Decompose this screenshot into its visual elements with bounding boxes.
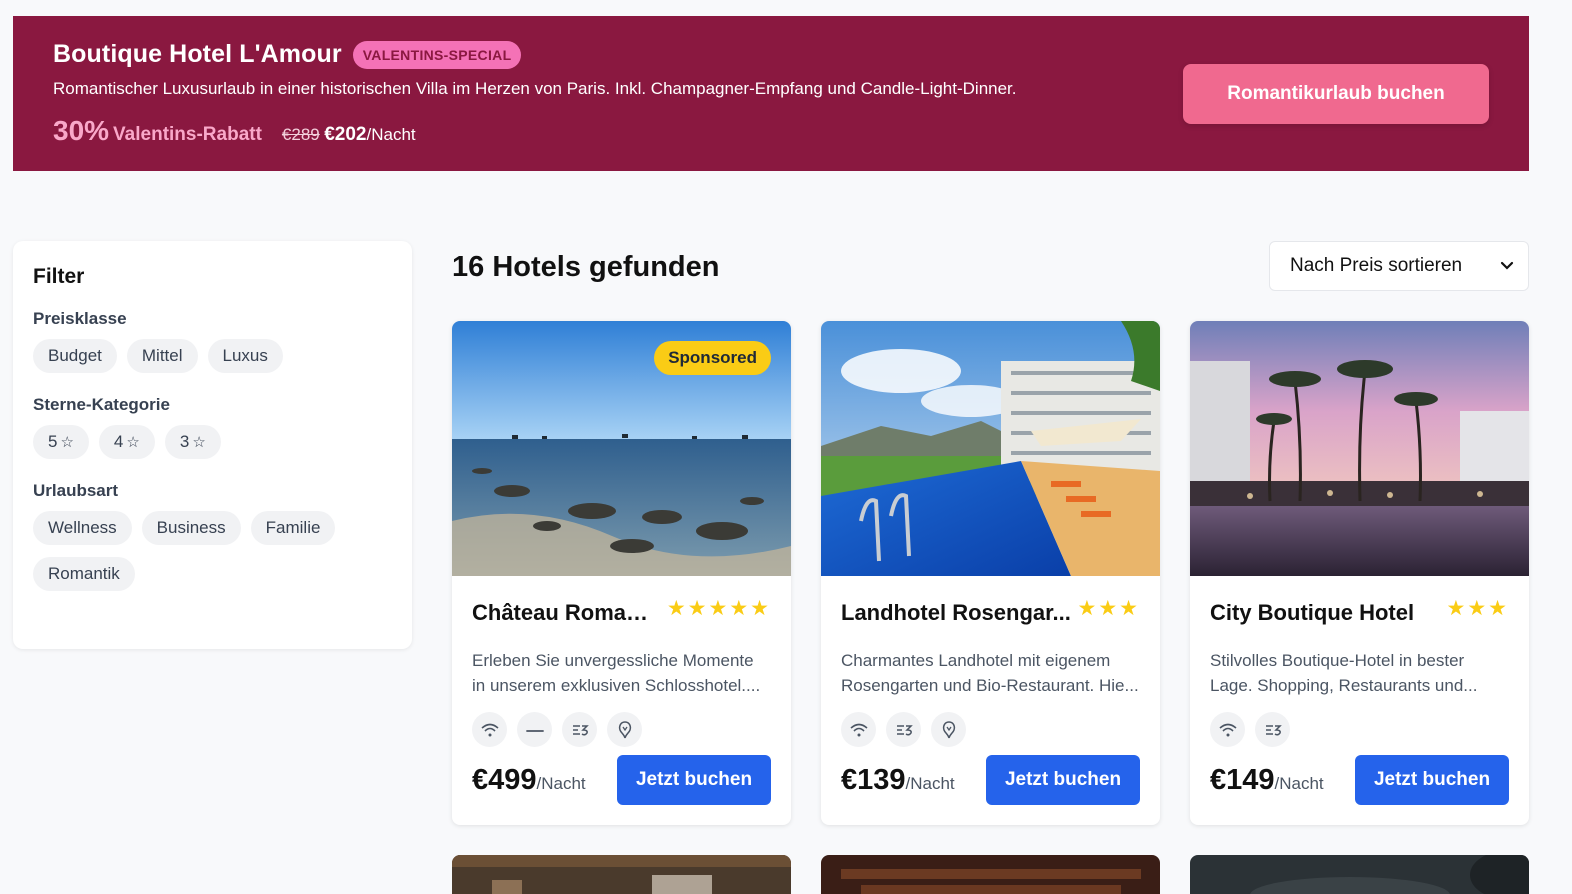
bathtub-icon [517, 712, 552, 747]
price-value: €139 [841, 763, 906, 796]
filter-chip-mittel[interactable]: Mittel [126, 339, 198, 373]
filter-panel: Filter Preisklasse Budget Mittel Luxus S… [13, 241, 412, 649]
sort-selected-value: Nach Preis sortieren [1290, 255, 1463, 276]
chip-label: 3 [179, 432, 190, 451]
book-now-button[interactable]: Jetzt buchen [986, 755, 1140, 805]
book-now-button[interactable]: Jetzt buchen [617, 755, 771, 805]
promo-discount: 30% Valentins-Rabatt [53, 115, 262, 147]
filter-group-travel-type: Urlaubsart Wellness Business Familie Rom… [33, 481, 392, 591]
chip-label: 5 [48, 432, 58, 451]
hotel-card-peek[interactable] [821, 855, 1160, 894]
hotel-name[interactable]: Landhotel Rosengar... [841, 600, 1071, 626]
promo-title: Boutique Hotel L'Amour [53, 40, 342, 68]
filter-chip-4-stars[interactable]: 4 ☆ [98, 425, 155, 459]
wifi-icon [841, 712, 876, 747]
romantic-booking-button[interactable]: Romantikurlaub buchen [1183, 64, 1489, 124]
hotel-card[interactable]: City Boutique Hotel ★★★ Stilvolles Bouti… [1190, 321, 1529, 825]
promo-discount-percent: 30% [53, 115, 110, 146]
hotel-card[interactable]: Sponsored Château Roman... ★★★★★ Erleben… [452, 321, 791, 825]
promo-prices: €289 €202/Nacht [282, 124, 416, 146]
amenity-list [841, 712, 1140, 747]
filter-chip-familie[interactable]: Familie [250, 511, 336, 545]
book-now-button[interactable]: Jetzt buchen [1355, 755, 1509, 805]
promo-price-unit: /Nacht [366, 125, 416, 144]
filter-chip-3-stars[interactable]: 3 ☆ [164, 425, 221, 459]
hotel-card-body: City Boutique Hotel ★★★ Stilvolles Bouti… [1190, 576, 1529, 805]
promo-discount-label: Valentins-Rabatt [113, 124, 262, 145]
spa-icon [931, 712, 966, 747]
price-unit: /Nacht [536, 773, 586, 793]
sort-dropdown[interactable]: Nach Preis sortieren [1269, 241, 1529, 291]
promo-new-price: €202 [324, 124, 367, 145]
hotel-name[interactable]: Château Roman... [472, 600, 654, 626]
hotel-description: Stilvolles Boutique-Hotel in bester Lage… [1210, 651, 1478, 695]
filter-chip-romantik[interactable]: Romantik [33, 557, 135, 591]
promo-description: Romantischer Luxusurlaub in einer histor… [53, 79, 1017, 98]
filter-group-stars: Sterne-Kategorie 5 ☆ 4 ☆ 3 ☆ [33, 395, 392, 459]
hotel-card-peek[interactable] [1190, 855, 1529, 894]
chip-label: 4 [113, 432, 124, 451]
price-value: €149 [1210, 763, 1275, 796]
price-unit: /Nacht [905, 773, 955, 793]
star-outline-icon: ☆ [192, 434, 206, 451]
hotel-image[interactable]: Sponsored [452, 321, 791, 576]
hotel-price: €139/Nacht [841, 764, 955, 797]
restaurant-icon [1255, 712, 1290, 747]
hotel-price: €149/Nacht [1210, 764, 1324, 797]
star-outline-icon: ☆ [126, 434, 140, 451]
hotel-card[interactable]: Landhotel Rosengar... ★★★ Charmantes Lan… [821, 321, 1160, 825]
amenity-list [472, 712, 771, 747]
filter-chip-budget[interactable]: Budget [33, 339, 117, 373]
star-rating: ★★★★★ [666, 597, 771, 620]
filter-group-title: Sterne-Kategorie [33, 395, 170, 414]
hotel-card-body: Château Roman... ★★★★★ Erleben Sie unver… [452, 576, 791, 805]
star-rating: ★★★ [1446, 597, 1509, 620]
filter-group-title: Urlaubsart [33, 481, 119, 500]
restaurant-icon [886, 712, 921, 747]
chevron-down-icon [1500, 258, 1514, 274]
hotel-card-peek[interactable] [452, 855, 791, 894]
price-unit: /Nacht [1274, 773, 1324, 793]
filter-group-price: Preisklasse Budget Mittel Luxus [33, 309, 392, 373]
sponsored-badge: Sponsored [654, 341, 771, 375]
promo-title-row: Boutique Hotel L'Amour VALENTINS-SPECIAL [53, 40, 522, 69]
hotel-image[interactable] [1190, 321, 1529, 576]
star-outline-icon: ☆ [60, 434, 74, 451]
wifi-icon [472, 712, 507, 747]
hotel-image[interactable] [821, 321, 1160, 576]
promo-banner: Boutique Hotel L'Amour VALENTINS-SPECIAL… [13, 16, 1529, 171]
hotel-description: Charmantes Landhotel mit eigenem Rosenga… [841, 651, 1139, 695]
hotel-name[interactable]: City Boutique Hotel [1210, 600, 1414, 626]
price-value: €499 [472, 763, 537, 796]
promo-price-row: 30% Valentins-Rabatt €289 €202/Nacht [53, 115, 416, 147]
amenity-list [1210, 712, 1509, 747]
hotel-price: €499/Nacht [472, 764, 586, 797]
hotel-description: Erleben Sie unvergessliche Momente in un… [472, 651, 761, 695]
filter-title: Filter [33, 265, 85, 288]
filter-chip-business[interactable]: Business [141, 511, 241, 545]
wifi-icon [1210, 712, 1245, 747]
filter-chip-luxus[interactable]: Luxus [207, 339, 283, 373]
filter-chip-wellness[interactable]: Wellness [33, 511, 132, 545]
results-count-title: 16 Hotels gefunden [452, 251, 720, 283]
star-rating: ★★★ [1077, 597, 1140, 620]
hotel-card-body: Landhotel Rosengar... ★★★ Charmantes Lan… [821, 576, 1160, 805]
spa-icon [607, 712, 642, 747]
filter-chip-5-stars[interactable]: 5 ☆ [33, 425, 89, 459]
filter-group-title: Preisklasse [33, 309, 127, 328]
restaurant-icon [562, 712, 597, 747]
promo-old-price: €289 [281, 125, 320, 144]
promo-badge: VALENTINS-SPECIAL [352, 40, 522, 69]
